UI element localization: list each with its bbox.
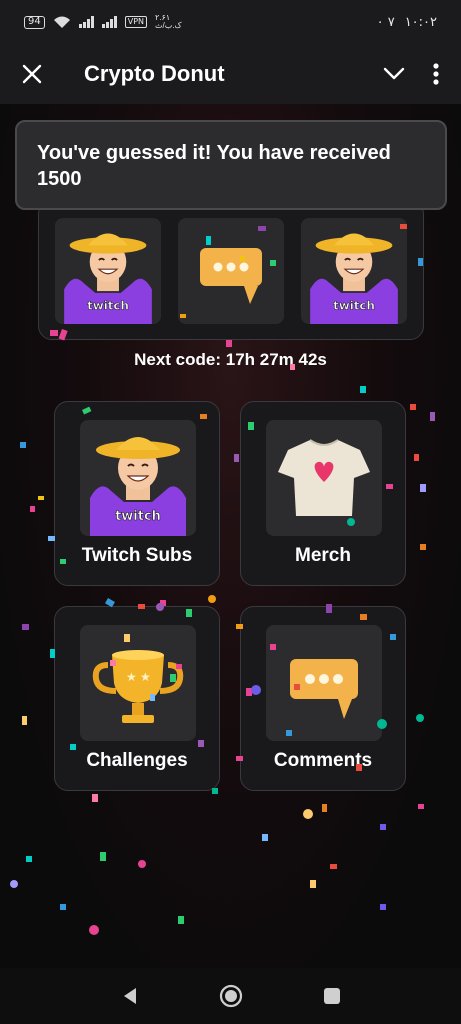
card-thumb [266, 420, 382, 536]
main-content: twitch twitch You've guessed it! You hav… [0, 104, 461, 968]
card-label: Twitch Subs [81, 545, 193, 566]
trophy-icon: ★ ★ [92, 650, 184, 723]
code-tile-avatar-2[interactable]: twitch [301, 218, 407, 324]
svg-text:★: ★ [126, 670, 137, 684]
chevron-down-icon[interactable] [383, 67, 405, 81]
card-thumb [266, 625, 382, 741]
streamer-avatar-2: twitch [301, 218, 407, 324]
close-icon [22, 64, 42, 84]
success-toast: You've guessed it! You have received 150… [15, 120, 447, 210]
signal-icon-2 [101, 16, 117, 28]
comment-bubble-icon [200, 248, 262, 304]
streamer-avatar-icon: twitch [90, 437, 186, 536]
comment-bubble-icon [290, 659, 358, 719]
card-label: Challenges [86, 750, 188, 771]
back-icon[interactable] [120, 986, 140, 1006]
system-nav-bar [0, 968, 461, 1024]
code-tile-avatar-1[interactable]: twitch [55, 218, 161, 324]
card-comments[interactable]: Comments [240, 606, 406, 791]
card-challenges[interactable]: ★ ★ Challenges [54, 606, 220, 791]
app-bar: Crypto Donut [0, 44, 461, 104]
more-vertical-icon[interactable] [433, 63, 439, 85]
vpn-badge: VPN [124, 16, 148, 28]
clock: ۱۰:۰۲ [404, 14, 437, 30]
close-button[interactable] [0, 44, 64, 104]
status-bar: 94 VPN ۲.۶۱ ک.ب/ث ۰ ۷ ۱۰:۰۲ [0, 0, 461, 44]
twitch-badge: twitch [87, 298, 129, 312]
svg-text:★: ★ [140, 670, 151, 684]
status-extra: ۰ ۷ [376, 14, 395, 30]
twitch-badge: twitch [333, 298, 375, 312]
next-code-timer: Next code: 17h 27m 42s [134, 350, 327, 369]
code-tile-comment[interactable] [178, 218, 284, 324]
tshirt-icon [278, 439, 370, 516]
battery-indicator: 94 [24, 15, 45, 29]
streamer-avatar: twitch [55, 218, 161, 324]
data-rate: ۲.۶۱ ک.ب/ث [155, 13, 182, 30]
card-twitch-subs[interactable]: twitch Twitch Subs [54, 401, 220, 586]
signal-icon [78, 16, 94, 28]
page-title: Crypto Donut [84, 61, 225, 86]
card-label: Merch [295, 545, 351, 566]
home-icon[interactable] [219, 984, 243, 1008]
card-thumb: twitch [80, 420, 196, 536]
wifi-icon [53, 16, 70, 28]
card-label: Comments [273, 750, 373, 771]
card-merch[interactable]: Merch [240, 401, 406, 586]
card-thumb: ★ ★ [80, 625, 196, 741]
twitch-badge: twitch [115, 509, 161, 524]
recents-icon[interactable] [323, 987, 341, 1005]
